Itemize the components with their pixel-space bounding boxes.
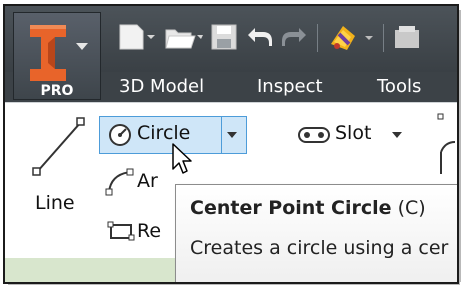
tab-tools[interactable]: Tools — [377, 72, 421, 102]
tab-3d-model[interactable]: 3D Model — [119, 72, 204, 102]
toolbar-separator — [317, 24, 318, 52]
toolbar-separator — [383, 24, 384, 52]
line-icon[interactable] — [29, 114, 89, 180]
tooltip: Center Point Circle (C) Creates a circle… — [175, 184, 457, 282]
circle-icon — [109, 124, 131, 146]
mouse-pointer-icon — [172, 143, 192, 174]
chevron-down-icon — [76, 43, 88, 50]
spline-icon[interactable] — [425, 112, 457, 182]
new-file-icon[interactable] — [117, 22, 155, 52]
inventor-window: 3D Model Inspect Tools PRO Line Circle A… — [3, 4, 459, 284]
chevron-down-icon[interactable] — [363, 22, 375, 52]
open-folder-icon[interactable] — [163, 22, 203, 52]
rectangle-label[interactable]: Re — [137, 220, 161, 242]
tooltip-title: Center Point Circle (C) — [190, 197, 426, 219]
chevron-down-icon[interactable] — [391, 130, 403, 140]
edition-badge: PRO — [40, 83, 74, 99]
application-menu-button[interactable]: PRO — [13, 12, 101, 100]
redo-icon[interactable] — [279, 22, 309, 52]
slot-label[interactable]: Slot — [335, 122, 371, 144]
line-label[interactable]: Line — [35, 192, 75, 214]
save-icon[interactable] — [209, 22, 239, 52]
circle-split-divider — [221, 116, 222, 154]
inventor-logo-icon — [30, 25, 66, 81]
rectangle-icon[interactable] — [107, 220, 135, 242]
circle-label: Circle — [137, 122, 191, 144]
arc-icon[interactable] — [105, 168, 135, 196]
undo-icon[interactable] — [245, 22, 275, 52]
tab-inspect[interactable]: Inspect — [257, 72, 323, 102]
next-qat-icon[interactable] — [391, 22, 457, 54]
slot-icon[interactable] — [297, 124, 331, 146]
material-icon[interactable] — [325, 22, 361, 54]
arc-label[interactable]: Ar — [137, 170, 158, 192]
tooltip-description: Creates a circle using a cer — [190, 237, 449, 259]
chevron-down-icon[interactable] — [225, 130, 239, 140]
